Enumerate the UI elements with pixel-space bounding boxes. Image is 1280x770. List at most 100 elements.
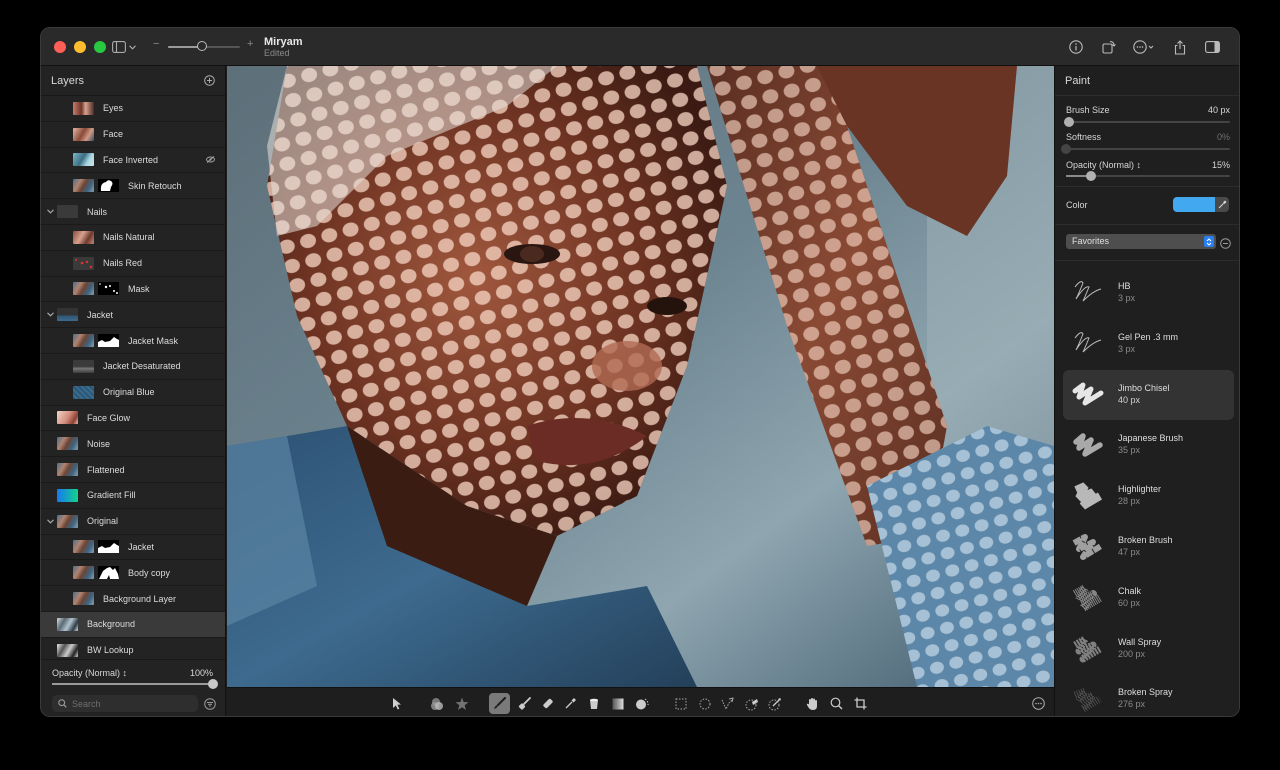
info-button[interactable] [1059,38,1092,56]
filter-layers-button[interactable] [204,697,216,710]
layer-row[interactable]: Jacket Desaturated [41,354,225,380]
layer-row[interactable]: Face Inverted [41,148,225,174]
paint-tool[interactable] [489,693,510,714]
brush-preset-more-button[interactable] [1220,236,1231,249]
share-icon [1174,39,1185,55]
rotate-button[interactable] [1092,38,1125,56]
more-options-button[interactable] [1125,38,1163,56]
layer-row[interactable]: Jacket Mask [41,328,225,354]
layer-row[interactable]: Eyes [41,96,225,122]
brush-size-slider[interactable] [1064,117,1230,127]
color-select-tool[interactable] [764,693,785,714]
disclosure-chevron-icon[interactable] [47,517,54,526]
brush-item[interactable]: Broken Brush 47 px [1063,522,1234,572]
brush-item[interactable]: HB 3 px [1063,268,1234,318]
layers-list[interactable]: Eyes Face Face Inverted Skin Retouch Nails Na… [41,96,225,659]
zoom-tool[interactable] [826,693,847,714]
minimize-window-button[interactable] [74,41,86,53]
layer-mask-thumbnail[interactable] [98,540,119,554]
layer-row[interactable]: BW Lookup [41,638,225,659]
brush-opacity-slider[interactable] [1066,171,1230,181]
color-well[interactable] [1173,197,1215,212]
disclosure-chevron-icon[interactable] [47,310,54,319]
quick-select-tool[interactable] [741,693,762,714]
gradient-tool[interactable] [607,693,628,714]
select-arrow-tool[interactable] [386,693,407,714]
layer-row[interactable]: Body copy [41,560,225,587]
layer-name: Noise [87,438,111,449]
brush-item[interactable]: Chalk 60 px [1063,573,1234,623]
eraser-tool[interactable] [537,693,558,714]
brush-item[interactable]: Japanese Brush 35 px [1063,420,1234,470]
layer-search-box[interactable] [52,695,198,712]
layer-mask-thumbnail[interactable] [98,179,119,193]
layer-row[interactable]: Noise [41,431,225,458]
color-adjust-tool[interactable] [426,693,447,714]
layer-opacity-knob[interactable] [208,679,218,689]
disclosure-chevron-icon[interactable] [47,207,54,216]
brush-name: Chalk [1118,585,1142,596]
brush-item[interactable]: Broken Spray 276 px [1063,674,1234,716]
zoom-out-icon[interactable]: − [153,38,159,50]
sidebar-toggle-button[interactable] [112,40,138,54]
layer-row[interactable]: Background [41,611,225,638]
brush-size-knob[interactable] [1064,117,1075,127]
layer-row[interactable]: Nails [41,199,225,225]
layer-row[interactable]: Nails Red [41,251,225,277]
layer-row[interactable]: Flattened [41,457,225,483]
image-canvas[interactable] [227,66,1054,687]
effects-tool[interactable] [451,693,472,714]
lasso-tool[interactable] [717,693,738,714]
ellipse-select-tool[interactable] [694,693,715,714]
layer-row[interactable]: Jacket [41,535,225,561]
color-picker-tool[interactable] [560,693,581,714]
fullscreen-window-button[interactable] [94,41,106,53]
layer-row[interactable]: Gradient Fill [41,483,225,509]
brush-opacity-knob[interactable] [1085,171,1096,181]
layer-opacity-label[interactable]: Opacity (Normal) ↕ [52,668,127,678]
brush-item[interactable]: Highlighter 28 px [1063,471,1234,521]
layer-row[interactable]: Face Glow [41,406,225,432]
layer-row[interactable]: Background Layer [41,586,225,612]
layer-opacity-slider[interactable] [52,679,218,689]
hand-tool[interactable] [802,693,823,714]
layer-row[interactable]: Jacket [41,302,225,329]
brush-list[interactable]: HB 3 px Gel Pen .3 mm 3 px Jimbo Chisel 40 px… [1055,260,1239,716]
toggle-inspector-button[interactable] [1196,38,1229,56]
brush-item[interactable]: Wall Spray 200 px [1063,624,1234,674]
close-window-button[interactable] [54,41,66,53]
smudge-tool[interactable] [514,693,535,714]
zoom-in-icon[interactable]: + [247,38,253,50]
crop-tool[interactable] [850,693,871,714]
bucket-icon [589,698,598,709]
lasso-icon [721,697,734,710]
layer-thumbnail [73,153,94,167]
retouch-tool[interactable] [631,693,652,714]
layer-row[interactable]: Face [41,122,225,148]
brush-item[interactable]: Gel Pen .3 mm 3 px [1063,319,1234,369]
layer-mask-thumbnail[interactable] [98,282,119,296]
color-eyedropper-button[interactable] [1215,197,1229,212]
brush-item[interactable]: Jimbo Chisel 40 px [1063,369,1234,420]
layer-row[interactable]: Original [41,509,225,535]
paint-bucket-tool[interactable] [583,693,604,714]
softness-knob[interactable] [1061,144,1071,154]
brush-opacity-label[interactable]: Opacity (Normal) ↕ [1066,160,1141,170]
brush-preset-select[interactable]: Favorites [1066,234,1216,249]
layer-row[interactable]: Skin Retouch [41,173,225,200]
toolbar-more-button[interactable] [1028,693,1049,714]
softness-slider[interactable] [1061,144,1230,154]
share-button[interactable] [1163,38,1196,56]
layer-name: Original [87,516,119,527]
zoom-slider[interactable]: − + [153,38,253,54]
layer-search-input[interactable] [72,698,182,709]
zoom-slider-knob[interactable] [196,41,207,51]
layer-mask-thumbnail[interactable] [98,334,119,348]
layer-row[interactable]: Nails Natural [41,225,225,251]
layer-row[interactable]: Mask [41,277,225,303]
layer-mask-thumbnail[interactable] [98,566,119,580]
layer-row[interactable]: Original Blue [41,380,225,406]
eye-slash-icon[interactable] [206,155,215,165]
rect-select-tool[interactable] [670,693,691,714]
add-layer-icon[interactable] [204,75,215,86]
